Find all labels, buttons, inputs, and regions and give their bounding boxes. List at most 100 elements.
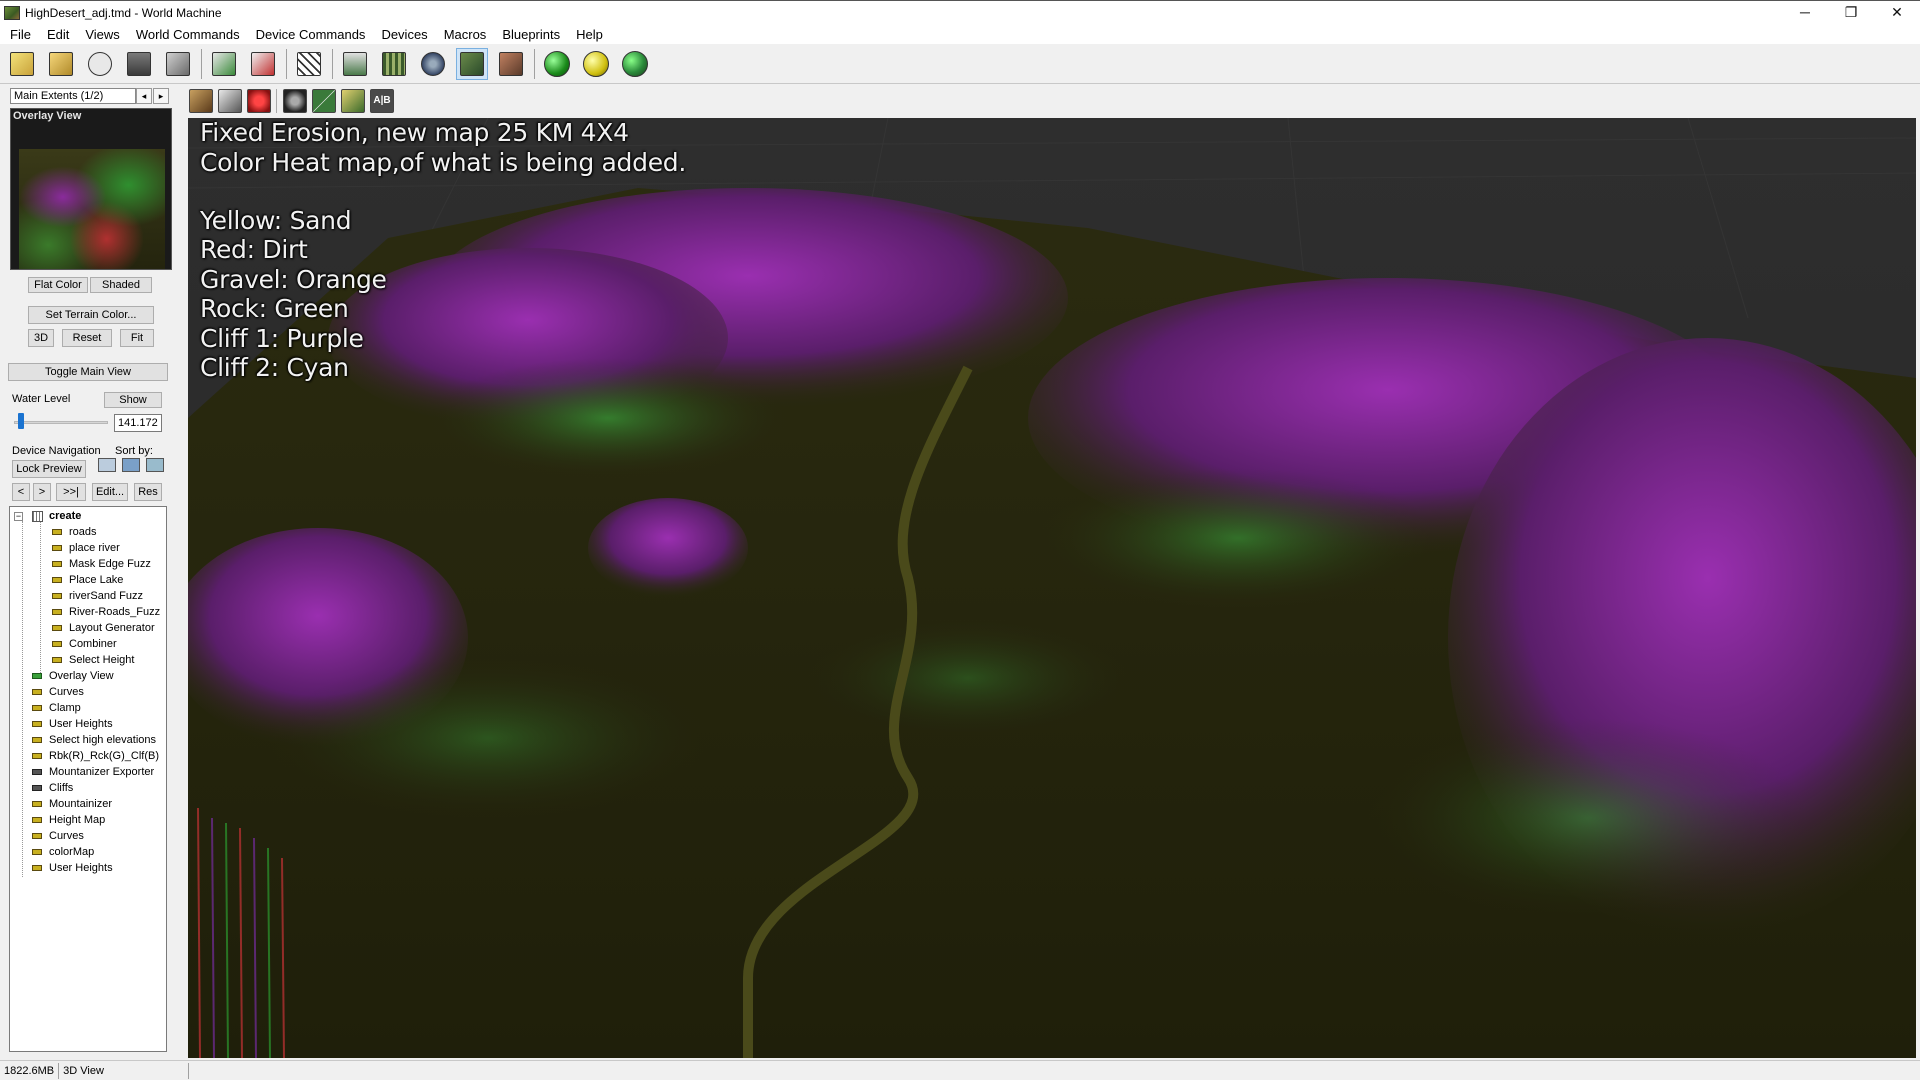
- res-button[interactable]: Res: [134, 483, 162, 501]
- tree-item[interactable]: Rbk(R)_Rck(G)_Clf(B): [32, 749, 159, 763]
- restore-button[interactable]: ❐: [1828, 1, 1874, 23]
- tree-item[interactable]: Mountanizer Exporter: [32, 765, 154, 779]
- export-icon: [166, 51, 190, 76]
- device-tree[interactable]: − create roads place river Mask Edge Fuz…: [9, 506, 167, 1052]
- lock-preview-button[interactable]: Lock Preview: [12, 460, 86, 478]
- menu-file[interactable]: File: [2, 27, 39, 42]
- tree-item[interactable]: User Heights: [32, 861, 113, 875]
- save-button[interactable]: [123, 48, 155, 80]
- water-level-label: Water Level: [12, 393, 71, 405]
- filter-chip-icon: [32, 849, 42, 855]
- menu-help[interactable]: Help: [568, 27, 611, 42]
- 3d-viewport[interactable]: Fixed Erosion, new map 25 KM 4X4 Color H…: [188, 118, 1916, 1058]
- green-orb-button[interactable]: [541, 48, 573, 80]
- camera-icon[interactable]: [283, 89, 307, 113]
- reset-button[interactable]: Reset: [62, 329, 112, 347]
- tree-item[interactable]: place river: [52, 541, 120, 555]
- tree-item[interactable]: Clamp: [32, 701, 81, 715]
- menu-device-commands[interactable]: Device Commands: [248, 27, 374, 42]
- slope-icon[interactable]: [312, 89, 336, 113]
- device-view-icon: [343, 51, 367, 76]
- menu-world-commands[interactable]: World Commands: [128, 27, 248, 42]
- tree-item[interactable]: Height Map: [32, 813, 105, 827]
- edit-button[interactable]: Edit...: [92, 483, 128, 501]
- close-button[interactable]: ✕: [1874, 1, 1920, 23]
- tree-item[interactable]: riverSand Fuzz: [52, 589, 143, 603]
- globe-button[interactable]: [619, 48, 651, 80]
- generator-chip-icon: [52, 529, 62, 535]
- preview-panel[interactable]: Overlay View: [10, 108, 172, 270]
- nav-last-button[interactable]: >>|: [56, 483, 86, 501]
- open-button[interactable]: [45, 48, 77, 80]
- water-level-slider-track[interactable]: [14, 421, 108, 424]
- tree-item[interactable]: Select Height: [52, 653, 134, 667]
- window-controls: ─ ❐ ✕: [1782, 1, 1920, 23]
- tree-item[interactable]: River-Roads_Fuzz: [52, 605, 160, 619]
- shaded-button[interactable]: Shaded: [90, 277, 152, 293]
- nav-forward-button[interactable]: >: [33, 483, 51, 501]
- randomize-button[interactable]: [293, 48, 325, 80]
- texture-view-button[interactable]: [495, 48, 527, 80]
- filter-chip-icon: [32, 753, 42, 759]
- flat-color-button[interactable]: Flat Color: [28, 277, 88, 293]
- tree-item[interactable]: colorMap: [32, 845, 94, 859]
- yellow-orb-button[interactable]: [580, 48, 612, 80]
- sort-graph-icon[interactable]: [146, 458, 164, 472]
- tree-label: roads: [69, 526, 97, 538]
- device-view-button[interactable]: [339, 48, 371, 80]
- set-terrain-color-button[interactable]: Set Terrain Color...: [28, 306, 154, 324]
- menu-edit[interactable]: Edit: [39, 27, 77, 42]
- green-orb-icon: [544, 50, 570, 77]
- tree-item[interactable]: Select high elevations: [32, 733, 156, 747]
- tree-item[interactable]: Overlay View: [32, 669, 114, 683]
- fit-button[interactable]: Fit: [120, 329, 154, 347]
- water-level-input[interactable]: 141.172: [114, 414, 162, 432]
- sort-type-icon[interactable]: [122, 458, 140, 472]
- tree-label: User Heights: [49, 718, 113, 730]
- help-button[interactable]: [84, 48, 116, 80]
- water-level-slider-thumb[interactable]: [18, 413, 24, 429]
- minimize-button[interactable]: ─: [1782, 1, 1828, 23]
- export-button[interactable]: [162, 48, 194, 80]
- reset-camera-icon[interactable]: [247, 89, 271, 113]
- menu-views[interactable]: Views: [77, 27, 127, 42]
- tree-item[interactable]: Cliffs: [32, 781, 73, 795]
- 3d-button[interactable]: 3D: [28, 329, 54, 347]
- tree-item[interactable]: Curves: [32, 829, 84, 843]
- tree-item[interactable]: Layout Generator: [52, 621, 155, 635]
- toolbar-separator: [332, 48, 333, 79]
- nav-back-button[interactable]: <: [12, 483, 30, 501]
- tree-item[interactable]: User Heights: [32, 717, 113, 731]
- water-show-button[interactable]: Show: [104, 392, 162, 408]
- tree-item[interactable]: Mask Edge Fuzz: [52, 557, 151, 571]
- tree-item[interactable]: Place Lake: [52, 573, 123, 587]
- tree-item[interactable]: Combiner: [52, 637, 117, 651]
- menu-macros[interactable]: Macros: [436, 27, 495, 42]
- world-view-button[interactable]: [417, 48, 449, 80]
- menu-blueprints[interactable]: Blueprints: [494, 27, 568, 42]
- free-icon[interactable]: [218, 89, 242, 113]
- 3d-view-button[interactable]: [456, 47, 488, 80]
- film-view-button[interactable]: [378, 48, 410, 80]
- menu-devices[interactable]: Devices: [373, 27, 435, 42]
- tree-item[interactable]: Mountainizer: [32, 797, 112, 811]
- sort-list-icon[interactable]: [98, 458, 116, 472]
- toggle-main-view-button[interactable]: Toggle Main View: [8, 363, 168, 381]
- tree-expander-icon[interactable]: −: [14, 512, 23, 521]
- new-file-button[interactable]: [6, 48, 38, 80]
- extents-selector[interactable]: Main Extents (1/2): [10, 88, 136, 104]
- tree-item[interactable]: roads: [52, 525, 97, 539]
- extents-prev-arrow-icon[interactable]: ◂: [136, 88, 152, 104]
- build-button[interactable]: [247, 48, 279, 80]
- layout-view-button[interactable]: [208, 48, 240, 80]
- legend-rock: Rock: Green: [200, 294, 349, 323]
- orbit-icon[interactable]: [189, 89, 213, 113]
- lighting-icon[interactable]: [341, 89, 365, 113]
- filter-chip-icon: [32, 737, 42, 743]
- extents-next-arrow-icon[interactable]: ▸: [153, 88, 169, 104]
- tree-label: Clamp: [49, 702, 81, 714]
- tree-group-create[interactable]: create: [32, 509, 81, 523]
- generator-chip-icon: [52, 545, 62, 551]
- tree-item[interactable]: Curves: [32, 685, 84, 699]
- ab-compare-icon[interactable]: A|B: [370, 89, 394, 113]
